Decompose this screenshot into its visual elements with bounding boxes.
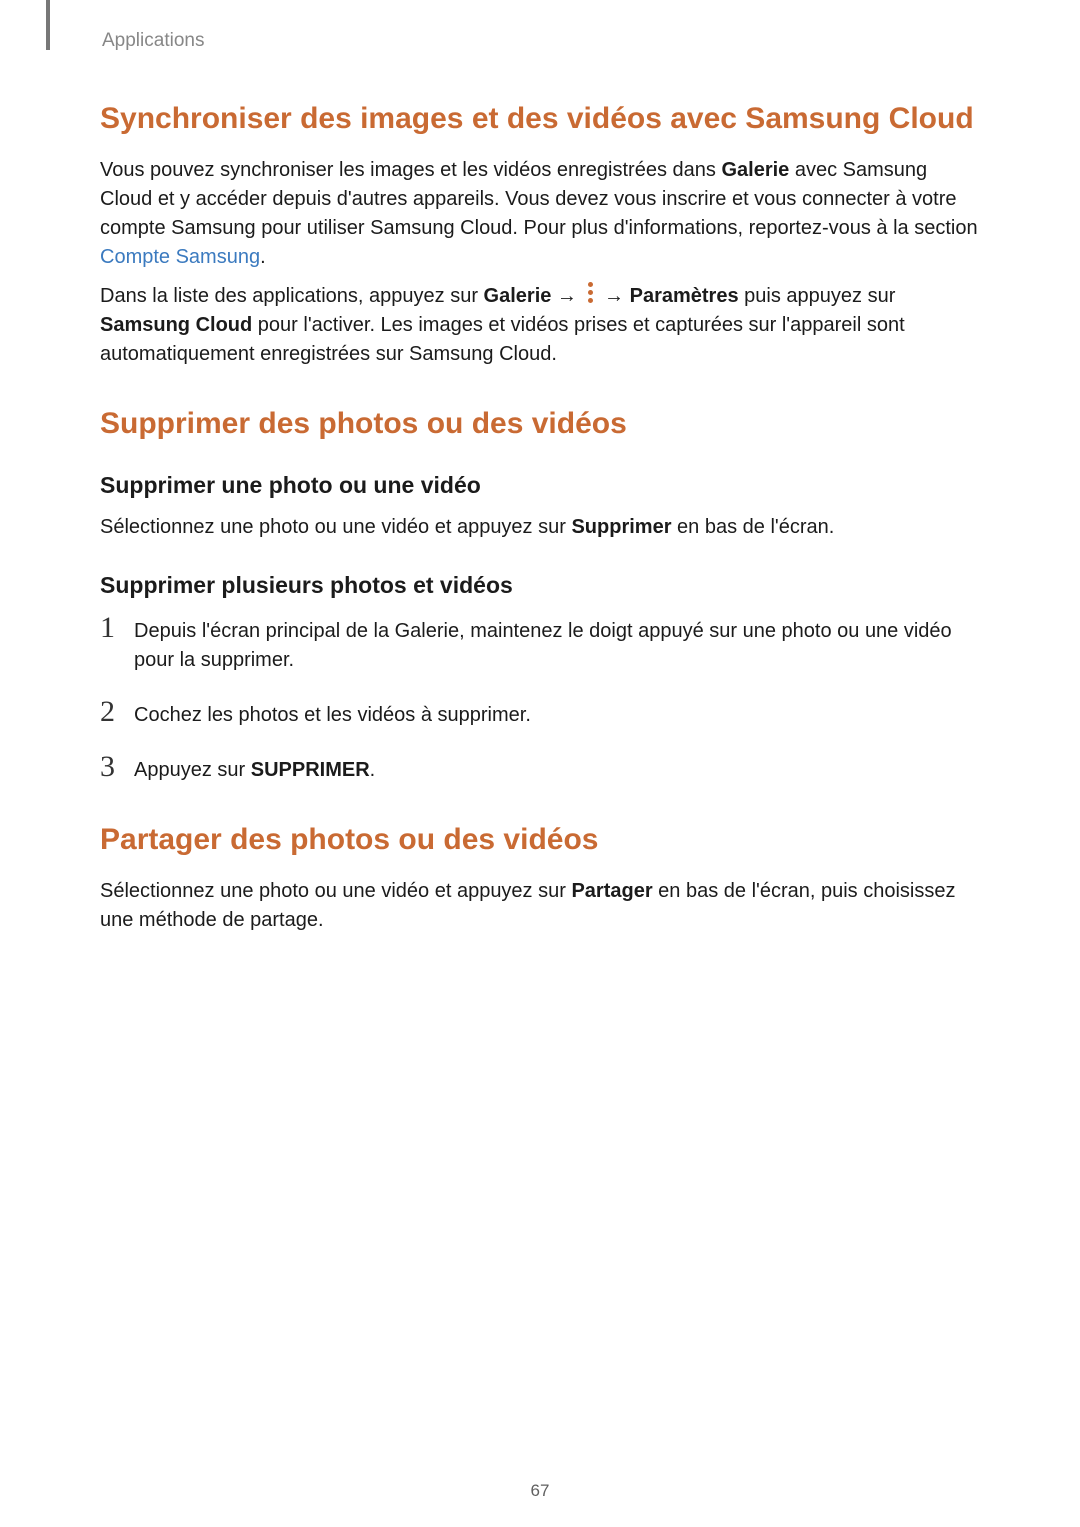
- text-fragment: Sélectionnez une photo ou une vidéo et a…: [100, 516, 571, 538]
- more-options-icon: [587, 282, 595, 304]
- heading-partager: Partager des photos ou des vidéos: [100, 821, 980, 859]
- text-bold-parametres: Paramètres: [630, 285, 739, 307]
- breadcrumb: Applications: [100, 30, 980, 52]
- step-body-1: Depuis l'écran principal de la Galerie, …: [134, 613, 980, 675]
- step-body-3: Appuyez sur SUPPRIMER.: [134, 752, 375, 785]
- list-item: 3 Appuyez sur SUPPRIMER.: [100, 752, 980, 785]
- paragraph-sync-intro: Vous pouvez synchroniser les images et l…: [100, 156, 980, 272]
- text-fragment: .: [370, 759, 376, 781]
- text-fragment: Appuyez sur: [134, 759, 251, 781]
- text-fragment: Vous pouvez synchroniser les images et l…: [100, 159, 721, 181]
- text-fragment: .: [260, 246, 266, 268]
- text-bold-supprimer: Supprimer: [571, 516, 671, 538]
- paragraph-sync-instructions: Dans la liste des applications, appuyez …: [100, 282, 980, 369]
- step-number-1: 1: [100, 613, 134, 643]
- text-bold-galerie: Galerie: [484, 285, 552, 307]
- document-page: Applications Synchroniser des images et …: [0, 0, 1080, 1527]
- text-fragment: →: [551, 285, 582, 307]
- text-bold-samsung-cloud: Samsung Cloud: [100, 314, 252, 336]
- steps-list: 1 Depuis l'écran principal de la Galerie…: [100, 613, 980, 785]
- text-bold-galerie: Galerie: [721, 159, 789, 181]
- paragraph-supprimer-une: Sélectionnez une photo ou une vidéo et a…: [100, 513, 980, 542]
- paragraph-partager: Sélectionnez une photo ou une vidéo et a…: [100, 877, 980, 935]
- page-tab-mark: [46, 0, 50, 50]
- text-fragment: Sélectionnez une photo ou une vidéo et a…: [100, 880, 571, 902]
- page-number: 67: [0, 1481, 1080, 1501]
- subheading-supprimer-une: Supprimer une photo ou une vidéo: [100, 472, 980, 499]
- list-item: 2 Cochez les photos et les vidéos à supp…: [100, 697, 980, 730]
- step-number-2: 2: [100, 697, 134, 727]
- heading-sync-samsung-cloud: Synchroniser des images et des vidéos av…: [100, 100, 980, 138]
- link-compte-samsung[interactable]: Compte Samsung: [100, 246, 260, 268]
- text-fragment: en bas de l'écran.: [672, 516, 835, 538]
- step-number-3: 3: [100, 752, 134, 782]
- text-fragment: puis appuyez sur: [739, 285, 896, 307]
- step-body-2: Cochez les photos et les vidéos à suppri…: [134, 697, 531, 730]
- heading-supprimer: Supprimer des photos ou des vidéos: [100, 405, 980, 443]
- subheading-supprimer-plusieurs: Supprimer plusieurs photos et vidéos: [100, 572, 980, 599]
- text-bold-partager: Partager: [571, 880, 652, 902]
- text-fragment: →: [599, 285, 630, 307]
- text-fragment: Dans la liste des applications, appuyez …: [100, 285, 484, 307]
- list-item: 1 Depuis l'écran principal de la Galerie…: [100, 613, 980, 675]
- text-bold-supprimer-caps: SUPPRIMER: [251, 759, 370, 781]
